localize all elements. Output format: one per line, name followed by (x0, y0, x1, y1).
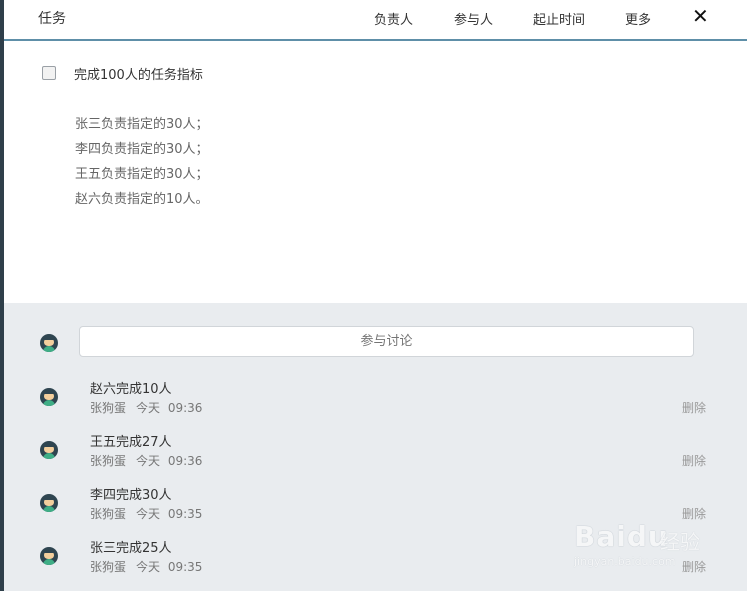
comment-item: 赵六完成10人 张狗蛋 今天 09:36 删除 (4, 378, 747, 431)
task-detail-panel: 任务 负责人 参与人 起止时间 更多 ✕ 完成100人的任务指标 张三负责指定的… (0, 0, 747, 591)
task-title: 完成100人的任务指标 (74, 68, 203, 83)
comment-time: 09:36 (167, 454, 203, 468)
menu-more[interactable]: 更多 (625, 9, 651, 28)
comment-author: 张狗蛋 (90, 560, 127, 574)
avatar (40, 494, 58, 512)
comment-meta: 张狗蛋 今天 09:36 (90, 399, 202, 416)
watermark-brand-cn: 经验 (660, 530, 700, 554)
comment-text: 李四完成30人 (90, 488, 172, 503)
avatar (40, 441, 58, 459)
comment-day: 今天 (136, 401, 161, 415)
description-line: 王五负责指定的30人； (75, 167, 209, 182)
comment-day: 今天 (136, 454, 161, 468)
description-line: 李四负责指定的30人； (75, 142, 209, 157)
avatar (40, 334, 58, 352)
delete-button[interactable]: 删除 (682, 399, 706, 416)
watermark-url: jingyan.baidu.com (574, 555, 676, 568)
comment-meta: 张狗蛋 今天 09:36 (90, 452, 202, 469)
comment-day: 今天 (136, 507, 161, 521)
comment-author: 张狗蛋 (90, 454, 127, 468)
watermark-brand: Baidu (574, 520, 669, 553)
task-description: 张三负责指定的30人； 李四负责指定的30人； 王五负责指定的30人； 赵六负责… (75, 112, 209, 212)
description-line: 张三负责指定的30人； (75, 117, 209, 132)
comment-meta: 张狗蛋 今天 09:35 (90, 505, 202, 522)
task-checkbox[interactable] (42, 66, 56, 80)
comment-time: 09:35 (167, 507, 203, 521)
close-icon[interactable]: ✕ (692, 4, 709, 28)
menu-participants[interactable]: 参与人 (454, 9, 493, 28)
comment-meta: 张狗蛋 今天 09:35 (90, 558, 202, 575)
discussion-input[interactable] (79, 326, 694, 357)
comment-item: 王五完成27人 张狗蛋 今天 09:36 删除 (4, 431, 747, 484)
avatar (40, 547, 58, 565)
comment-time: 09:36 (167, 401, 203, 415)
delete-button[interactable]: 删除 (682, 452, 706, 469)
comment-time: 09:35 (167, 560, 203, 574)
comment-text: 张三完成25人 (90, 541, 172, 556)
menu-date-range[interactable]: 起止时间 (533, 9, 585, 28)
comment-author: 张狗蛋 (90, 507, 127, 521)
description-line: 赵六负责指定的10人。 (75, 192, 209, 207)
comment-text: 赵六完成10人 (90, 382, 172, 397)
avatar (40, 388, 58, 406)
baidu-watermark: Baidu 经验 jingyan.baidu.com (574, 520, 714, 575)
comment-text: 王五完成27人 (90, 435, 172, 450)
menu-owner[interactable]: 负责人 (374, 9, 413, 28)
header-bar: 任务 负责人 参与人 起止时间 更多 ✕ (4, 0, 747, 41)
comment-author: 张狗蛋 (90, 401, 127, 415)
comment-day: 今天 (136, 560, 161, 574)
page-title: 任务 (38, 11, 66, 27)
